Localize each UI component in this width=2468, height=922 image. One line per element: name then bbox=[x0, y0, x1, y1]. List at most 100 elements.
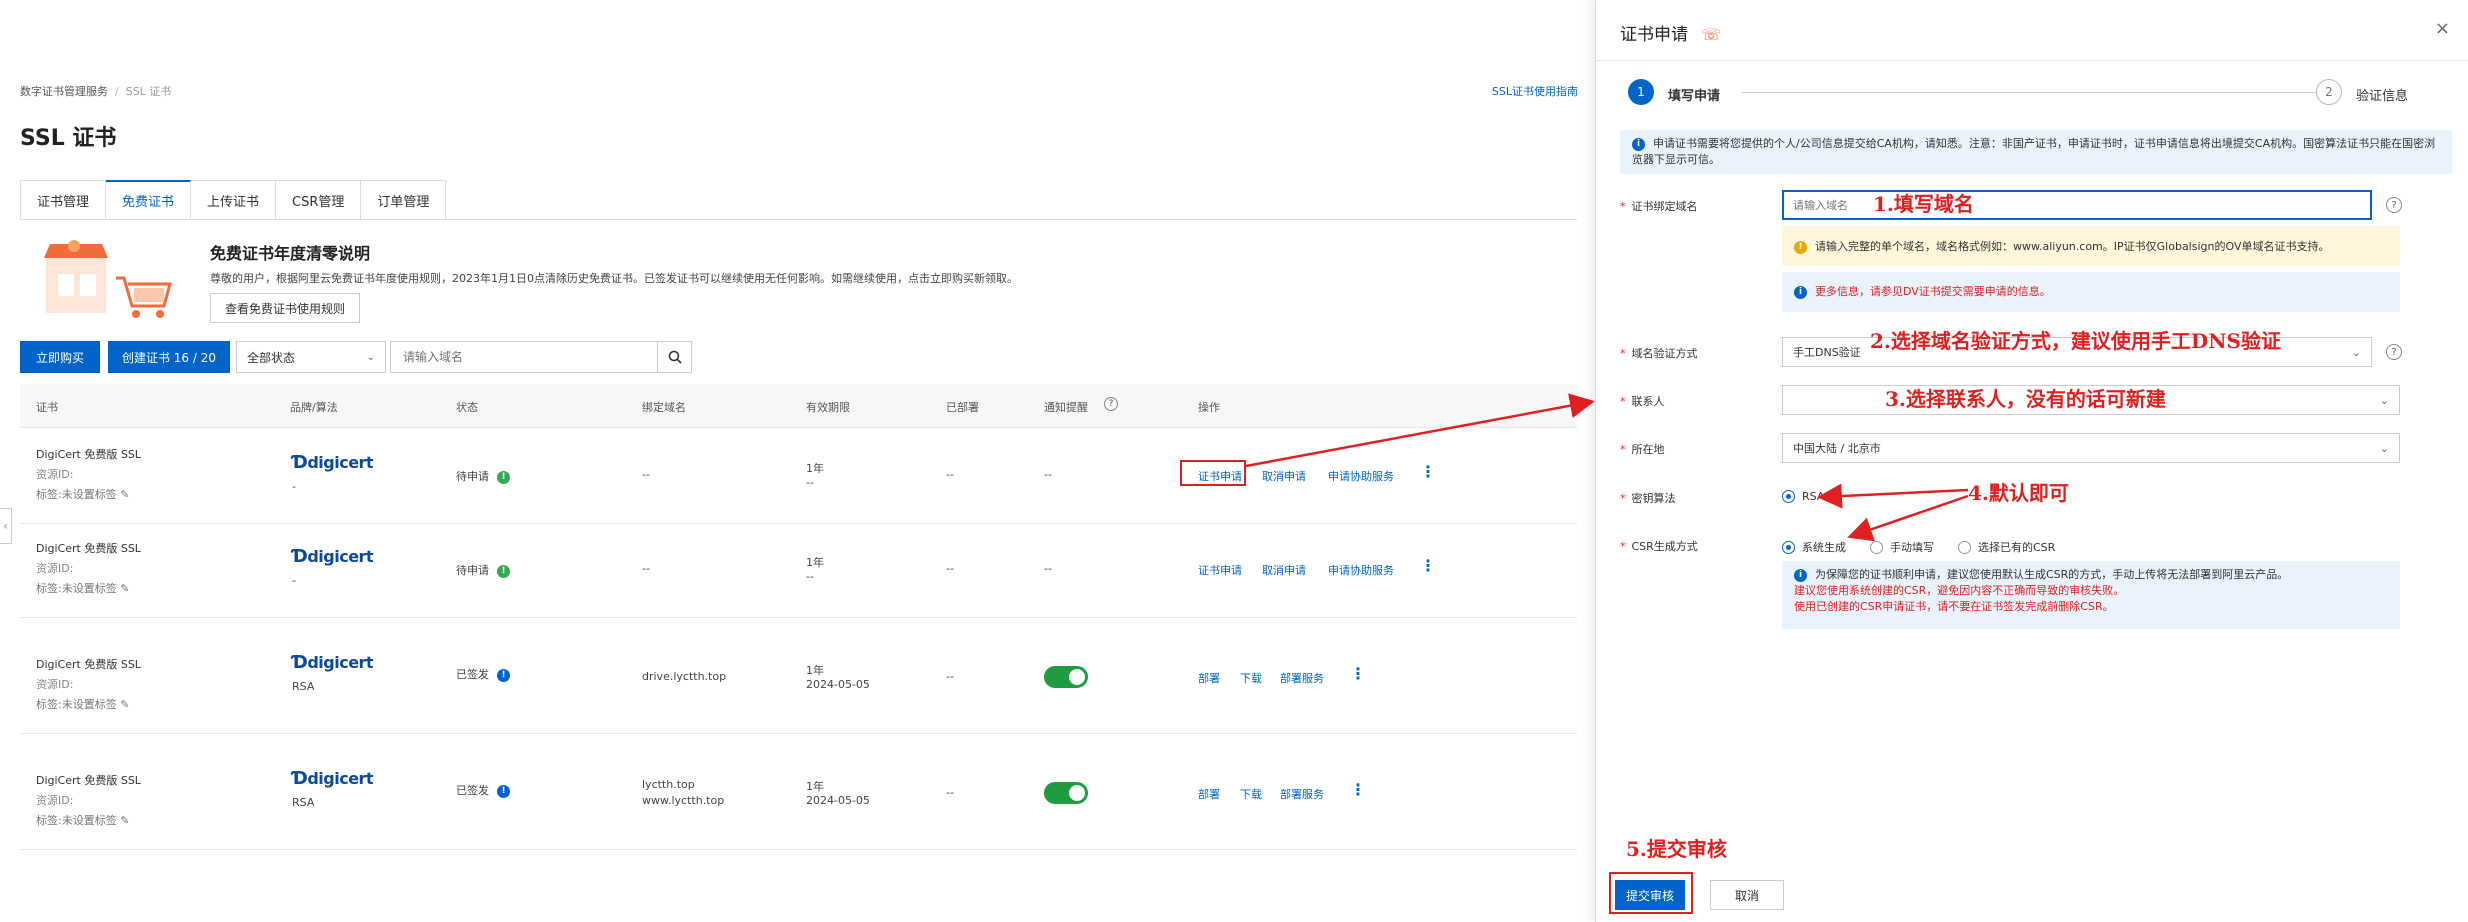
status-issued-icon: ! bbox=[497, 668, 510, 682]
tab-order-management[interactable]: 订单管理 bbox=[361, 180, 447, 220]
notify-toggle[interactable] bbox=[1044, 666, 1088, 688]
resource-id: 资源ID: bbox=[36, 468, 74, 481]
tag-label[interactable]: 标签:未设置标签 ✎ bbox=[36, 486, 129, 502]
tab-csr-management[interactable]: CSR管理 bbox=[276, 180, 362, 220]
ssl-cert-page: 数字证书管理服务 / SSL 证书 SSL证书使用指南 SSL 证书 证书管理 免费… bbox=[0, 0, 1595, 922]
algo: RSA bbox=[292, 796, 315, 809]
domain-more-prefix: 更多信息， bbox=[1815, 285, 1870, 298]
digicert-logo: Ɗdigicert bbox=[292, 652, 374, 673]
status-text: 已签发 bbox=[456, 668, 489, 681]
deployed: -- bbox=[946, 670, 954, 683]
csr-info-box: i 为保障您的证书顺利申请，建议您使用默认生成CSR的方式，手动上传将无法部署到阿… bbox=[1782, 561, 2400, 629]
chevron-down-icon: ⌄ bbox=[2379, 393, 2389, 407]
tag-label[interactable]: 标签:未设置标签 ✎ bbox=[36, 696, 129, 712]
view-free-cert-rules-button[interactable]: 查看免费证书使用规则 bbox=[210, 293, 361, 323]
chevron-down-icon: ⌄ bbox=[2351, 345, 2361, 359]
algo-rsa-radio[interactable]: RSA bbox=[1782, 490, 1824, 503]
edit-icon[interactable]: ✎ bbox=[120, 814, 129, 827]
resource-id: 资源ID: bbox=[36, 794, 74, 807]
location-select[interactable]: 中国大陆 / 北京市 ⌄ bbox=[1782, 433, 2400, 463]
download-link[interactable]: 下载 bbox=[1240, 786, 1262, 802]
download-link[interactable]: 下载 bbox=[1240, 670, 1262, 686]
digicert-mark: Ɗ bbox=[292, 652, 308, 673]
status-issued-icon: ! bbox=[497, 784, 510, 798]
tag-label[interactable]: 标签:未设置标签 ✎ bbox=[36, 580, 129, 596]
domain-label-text: 证书绑定域名 bbox=[1631, 200, 1698, 213]
cancel-apply-link[interactable]: 取消申请 bbox=[1262, 562, 1306, 578]
breadcrumb-current: SSL 证书 bbox=[125, 85, 172, 98]
status-filter-value: 全部状态 bbox=[247, 350, 296, 365]
algo: RSA bbox=[292, 680, 315, 693]
bound-domain: drive.lyctth.top bbox=[642, 670, 727, 683]
tab-upload-cert[interactable]: 上传证书 bbox=[191, 180, 277, 220]
tag-text: 标签:未设置标签 bbox=[36, 814, 117, 827]
bound-domain: lyctth.top bbox=[642, 778, 695, 791]
headset-icon[interactable]: ☏ bbox=[1701, 25, 1721, 44]
deploy-link[interactable]: 部署 bbox=[1198, 670, 1220, 686]
search-button[interactable] bbox=[658, 341, 692, 373]
tabs-divider bbox=[20, 219, 1577, 220]
close-icon[interactable]: × bbox=[2435, 18, 2450, 39]
apply-assist-link[interactable]: 申请协助服务 bbox=[1328, 468, 1394, 484]
domain-input[interactable] bbox=[1782, 190, 2372, 220]
brand-name: digicert bbox=[307, 653, 374, 672]
cancel-apply-link[interactable]: 取消申请 bbox=[1262, 468, 1306, 484]
deploy-service-link[interactable]: 部署服务 bbox=[1280, 670, 1324, 686]
required-mark: * bbox=[1620, 200, 1626, 213]
annotation-step-4: 4.默认即可 bbox=[1968, 481, 2069, 505]
edit-icon[interactable]: ✎ bbox=[120, 488, 129, 501]
more-actions-icon[interactable]: ⋮ bbox=[1350, 780, 1366, 799]
table-row: DigiCert 免费版 SSL 资源ID: 标签:未设置标签 ✎ Ɗdigic… bbox=[20, 734, 1577, 850]
notify-toggle[interactable] bbox=[1044, 782, 1088, 804]
apply-assist-link[interactable]: 申请协助服务 bbox=[1328, 562, 1394, 578]
cancel-button[interactable]: 取消 bbox=[1710, 880, 1784, 910]
drawer-title: 证书申请 ☏ bbox=[1620, 20, 1721, 45]
deploy-link[interactable]: 部署 bbox=[1198, 786, 1220, 802]
edit-icon[interactable]: ✎ bbox=[120, 582, 129, 595]
status-filter-select[interactable]: 全部状态 ⌄ bbox=[236, 341, 386, 373]
location-value: 中国大陆 / 北京市 bbox=[1793, 442, 1881, 455]
breadcrumb-parent[interactable]: 数字证书管理服务 bbox=[20, 85, 108, 98]
help-icon[interactable]: ? bbox=[2386, 344, 2402, 360]
csr-option-existing: 选择已有的CSR bbox=[1978, 541, 2056, 554]
csr-system-radio[interactable]: 系统生成 bbox=[1782, 539, 1846, 555]
apply-cert-link[interactable]: 证书申请 bbox=[1198, 562, 1242, 578]
algo-rsa-label: RSA bbox=[1802, 490, 1825, 503]
drawer-divider bbox=[1596, 60, 2468, 61]
buy-now-button[interactable]: 立即购买 bbox=[20, 341, 100, 373]
bound-domain: -- bbox=[642, 468, 650, 481]
csr-warn-2: 使用已创建的CSR申请证书，请不要在证书签发完成前删除CSR。 bbox=[1794, 600, 2114, 613]
verify-method-value: 手工DNS验证 bbox=[1793, 346, 1861, 359]
tab-free-cert[interactable]: 免费证书 bbox=[106, 180, 192, 220]
collapse-handle[interactable]: ‹ bbox=[0, 508, 12, 544]
edit-icon[interactable]: ✎ bbox=[120, 698, 129, 711]
create-cert-button[interactable]: 创建证书 16 / 20 bbox=[108, 341, 230, 373]
required-mark: * bbox=[1620, 443, 1626, 456]
apply-cert-drawer: 证书申请 ☏ × 1 填写申请 2 验证信息 i 申请证书需要将您提供的个人/公司… bbox=[1595, 0, 2468, 922]
required-mark: * bbox=[1620, 347, 1626, 360]
help-icon[interactable]: ? bbox=[1104, 397, 1118, 411]
step-2-label: 验证信息 bbox=[2356, 89, 2409, 104]
deployed: -- bbox=[946, 562, 954, 575]
col-header-actions: 操作 bbox=[1198, 401, 1220, 414]
csr-manual-radio[interactable]: 手动填写 bbox=[1870, 539, 1934, 555]
status-pending-icon: ! bbox=[497, 564, 510, 578]
more-actions-icon[interactable]: ⋮ bbox=[1420, 462, 1436, 481]
col-header-domain: 绑定域名 bbox=[642, 401, 686, 414]
search-icon bbox=[668, 350, 682, 364]
dv-info-link[interactable]: 请参见DV证书提交需要申请的信息。 bbox=[1870, 285, 2051, 298]
tag-label[interactable]: 标签:未设置标签 ✎ bbox=[36, 812, 129, 828]
help-icon[interactable]: ? bbox=[2386, 197, 2402, 213]
more-actions-icon[interactable]: ⋮ bbox=[1350, 664, 1366, 683]
more-actions-icon[interactable]: ⋮ bbox=[1420, 556, 1436, 575]
csr-existing-radio[interactable]: 选择已有的CSR bbox=[1958, 539, 2055, 555]
domain-search-input[interactable] bbox=[390, 341, 658, 373]
deploy-service-link[interactable]: 部署服务 bbox=[1280, 786, 1324, 802]
tab-cert-management[interactable]: 证书管理 bbox=[20, 180, 107, 220]
chevron-down-icon: ⌄ bbox=[2379, 441, 2389, 455]
annotation-step-3: 3.选择联系人，没有的话可新建 bbox=[1885, 387, 2166, 411]
status-badge: 已签发! bbox=[456, 782, 510, 798]
step-2-circle: 2 bbox=[2316, 79, 2342, 105]
resource-id: 资源ID: bbox=[36, 562, 74, 575]
ssl-guide-link[interactable]: SSL证书使用指南 bbox=[1492, 83, 1578, 99]
